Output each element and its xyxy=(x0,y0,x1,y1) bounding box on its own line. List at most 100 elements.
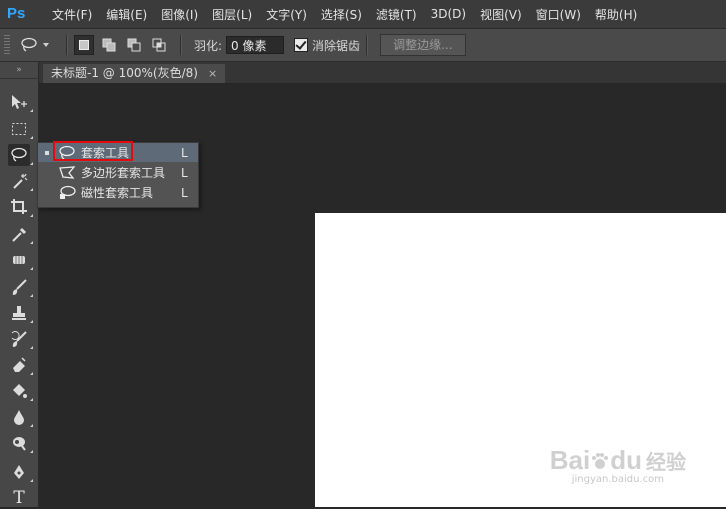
options-bar: 羽化: 0 像素 消除锯齿 调整边缘... xyxy=(0,29,726,62)
subtract-selection-icon xyxy=(127,38,141,52)
pen-tool[interactable] xyxy=(8,461,33,483)
document-tab-bar: 未标题-1 @ 100%(灰色/8) × xyxy=(39,62,726,84)
magic-wand-icon xyxy=(13,173,28,189)
toolbox: » T xyxy=(0,62,39,509)
pen-icon xyxy=(14,465,24,479)
menu-type[interactable]: 文字(Y) xyxy=(259,6,314,23)
menu-image[interactable]: 图像(I) xyxy=(154,6,205,23)
shortcut-key: L xyxy=(181,165,188,180)
antialias-checkbox[interactable] xyxy=(294,38,309,52)
feather-label: 羽化: xyxy=(194,38,223,53)
clone-stamp-icon xyxy=(12,306,26,320)
highlight-annotation-box xyxy=(53,141,133,161)
document-tab[interactable]: 未标题-1 @ 100%(灰色/8) × xyxy=(43,64,226,83)
tool-group-indicator xyxy=(30,188,33,191)
flyout-item-polygonal-lasso[interactable]: 多边形套索工具 L xyxy=(38,163,198,182)
type-tool[interactable]: T xyxy=(8,487,30,509)
crop-tool[interactable] xyxy=(8,196,33,218)
tool-group-indicator xyxy=(30,136,33,139)
add-to-selection-button[interactable] xyxy=(99,35,119,55)
menu-help[interactable]: 帮助(H) xyxy=(588,6,644,23)
refine-edge-button[interactable]: 调整边缘... xyxy=(380,34,466,56)
watermark-brand-du: du xyxy=(610,445,642,475)
add-selection-icon xyxy=(102,38,116,52)
eyedropper-icon xyxy=(12,227,27,242)
divider xyxy=(366,35,369,55)
toolbox-collapse-button[interactable]: » xyxy=(0,62,38,79)
tool-group-indicator xyxy=(30,162,33,165)
tool-group-indicator xyxy=(30,424,33,427)
tool-group-indicator xyxy=(30,241,33,244)
crop-icon xyxy=(11,199,27,214)
history-brush-icon xyxy=(11,331,27,347)
new-selection-icon xyxy=(79,40,89,50)
document-tab-title: 未标题-1 @ 100%(灰色/8) xyxy=(51,66,198,80)
eraser-tool[interactable] xyxy=(8,354,33,376)
marquee-tool[interactable] xyxy=(8,118,33,140)
history-brush-tool[interactable] xyxy=(8,328,33,350)
menu-bar: Ps 文件(F) 编辑(E) 图像(I) 图层(L) 文字(Y) 选择(S) 滤… xyxy=(0,0,726,29)
menu-file[interactable]: 文件(F) xyxy=(45,6,99,23)
menu-3d[interactable]: 3D(D) xyxy=(424,7,473,21)
eyedropper-tool[interactable] xyxy=(8,223,33,245)
paint-bucket-tool[interactable] xyxy=(8,380,33,402)
new-selection-button[interactable] xyxy=(74,35,94,55)
move-icon xyxy=(12,95,27,109)
shortcut-key: L xyxy=(181,145,188,160)
tool-group-indicator xyxy=(30,398,33,401)
intersect-selection-icon xyxy=(152,38,166,52)
polygonal-lasso-icon xyxy=(58,165,76,181)
tool-group-indicator xyxy=(30,267,33,270)
divider xyxy=(180,35,182,55)
shortcut-key: L xyxy=(181,185,188,200)
healing-brush-icon xyxy=(13,256,25,264)
antialias-label: 消除锯齿 xyxy=(312,38,361,53)
eraser-icon xyxy=(13,357,26,372)
divider xyxy=(66,35,68,55)
menu-filter[interactable]: 滤镜(T) xyxy=(369,6,424,23)
tool-group-indicator xyxy=(30,372,33,375)
menu-view[interactable]: 视图(V) xyxy=(473,6,529,23)
brush-tool[interactable] xyxy=(8,276,33,298)
tool-group-indicator xyxy=(30,214,33,217)
paint-bucket-icon xyxy=(13,384,27,398)
dodge-icon xyxy=(13,437,26,451)
brush-icon xyxy=(12,279,27,295)
menu-select[interactable]: 选择(S) xyxy=(314,6,369,23)
watermark-brand: Bai du 经验 xyxy=(550,445,686,476)
dodge-tool[interactable] xyxy=(8,432,33,454)
lasso-icon xyxy=(21,37,37,52)
flyout-item-magnetic-lasso[interactable]: 磁性套索工具 L xyxy=(38,183,198,202)
tool-preset-picker[interactable] xyxy=(20,37,50,53)
feather-input[interactable]: 0 像素 xyxy=(226,36,285,54)
options-bar-grip[interactable] xyxy=(4,35,10,55)
tool-group-indicator xyxy=(30,346,33,349)
paw-icon xyxy=(592,453,609,469)
move-tool[interactable] xyxy=(8,91,33,113)
menu-layer[interactable]: 图层(L) xyxy=(205,6,259,23)
menu-window[interactable]: 窗口(W) xyxy=(529,6,588,23)
photoshop-logo: Ps xyxy=(7,5,26,22)
watermark-brand-bai: Bai xyxy=(549,445,591,475)
flyout-item-label: 多边形套索工具 xyxy=(81,166,166,180)
clone-stamp-tool[interactable] xyxy=(8,302,33,324)
active-tool-bullet xyxy=(45,150,49,155)
magnetic-lasso-icon xyxy=(58,185,76,201)
rectangular-marquee-icon xyxy=(12,123,26,135)
tool-group-indicator xyxy=(30,320,33,323)
healing-brush-tool[interactable] xyxy=(8,249,33,271)
flyout-item-label: 磁性套索工具 xyxy=(81,186,154,200)
baidu-jingyan-watermark: Bai du 经验 jingyan.baidu.com xyxy=(550,445,686,485)
blur-drop-icon xyxy=(14,410,24,425)
close-icon[interactable]: × xyxy=(208,64,217,83)
tool-group-indicator xyxy=(30,294,33,297)
menu-edit[interactable]: 编辑(E) xyxy=(99,6,154,23)
blur-tool[interactable] xyxy=(8,406,33,428)
magic-wand-tool[interactable] xyxy=(8,170,33,192)
intersect-selection-button[interactable] xyxy=(149,35,169,55)
lasso-tool[interactable] xyxy=(8,144,33,166)
subtract-from-selection-button[interactable] xyxy=(124,35,144,55)
tool-group-indicator xyxy=(30,109,33,112)
chevron-down-icon xyxy=(43,43,49,47)
tool-group-indicator xyxy=(30,479,33,482)
